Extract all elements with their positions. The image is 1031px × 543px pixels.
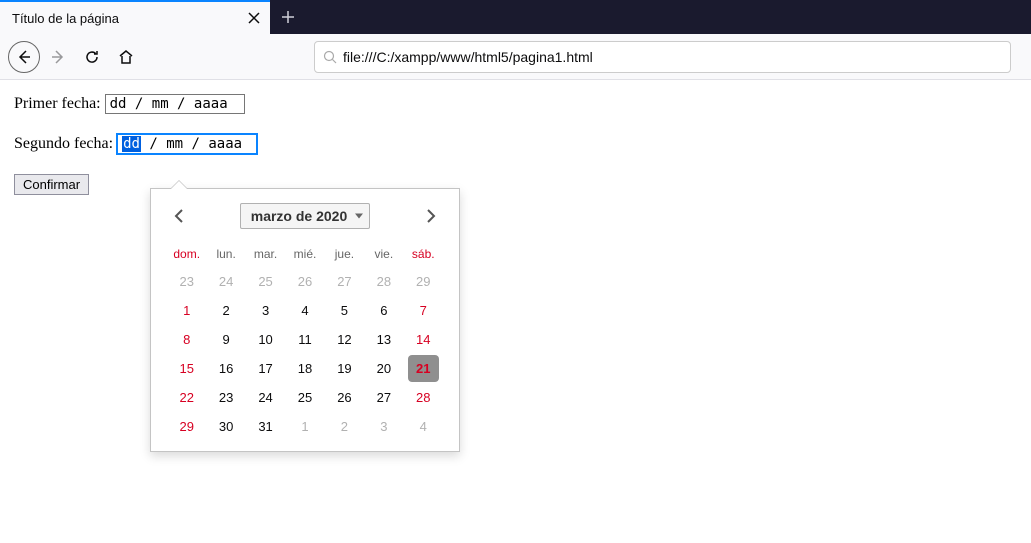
- reload-button[interactable]: [76, 41, 108, 73]
- calendar-day[interactable]: 30: [206, 412, 245, 441]
- url-text: file:///C:/xampp/www/html5/pagina1.html: [343, 49, 593, 65]
- calendar-day[interactable]: 1: [285, 412, 324, 441]
- datepicker-header: marzo de 2020: [167, 203, 443, 229]
- calendar-day[interactable]: 22: [167, 383, 206, 412]
- calendar-day[interactable]: 1: [167, 296, 206, 325]
- calendar-day[interactable]: 17: [246, 354, 285, 383]
- calendar-day[interactable]: 4: [285, 296, 324, 325]
- calendar-day[interactable]: 21: [408, 355, 439, 382]
- forward-button: [42, 41, 74, 73]
- calendar-day[interactable]: 24: [206, 267, 245, 296]
- label-segundo-fecha: Segundo fecha:: [14, 135, 113, 152]
- calendar-day[interactable]: 12: [325, 325, 364, 354]
- back-button[interactable]: [8, 41, 40, 73]
- calendar-day[interactable]: 18: [285, 354, 324, 383]
- calendar-day[interactable]: 25: [285, 383, 324, 412]
- rest-segment[interactable]: / mm / aaaa: [141, 136, 242, 152]
- calendar-day[interactable]: 2: [325, 412, 364, 441]
- calendar-day[interactable]: 2: [206, 296, 245, 325]
- day-of-week-header: mié.: [285, 241, 324, 267]
- calendar-day[interactable]: 24: [246, 383, 285, 412]
- segundo-fecha-input[interactable]: dd / mm / aaaa: [117, 134, 257, 154]
- calendar-day[interactable]: 7: [404, 296, 443, 325]
- datepicker-popup: marzo de 2020 dom.lun.mar.mié.jue.vie.sá…: [150, 188, 460, 452]
- confirmar-button[interactable]: Confirmar: [14, 174, 89, 195]
- titlebar: Título de la página: [0, 0, 1031, 34]
- calendar-day[interactable]: 23: [206, 383, 245, 412]
- calendar-day[interactable]: 6: [364, 296, 403, 325]
- calendar-day[interactable]: 28: [404, 383, 443, 412]
- calendar-day[interactable]: 28: [364, 267, 403, 296]
- calendar-day[interactable]: 31: [246, 412, 285, 441]
- calendar-day[interactable]: 8: [167, 325, 206, 354]
- day-of-week-header: vie.: [364, 241, 403, 267]
- primer-fecha-input[interactable]: dd / mm / aaaa: [105, 94, 245, 114]
- tab-title: Título de la página: [12, 11, 246, 26]
- calendar-day[interactable]: 13: [364, 325, 403, 354]
- calendar-day[interactable]: 9: [206, 325, 245, 354]
- calendar-day[interactable]: 26: [285, 267, 324, 296]
- calendar-day[interactable]: 19: [325, 354, 364, 383]
- calendar-day[interactable]: 3: [246, 296, 285, 325]
- calendar-day[interactable]: 29: [404, 267, 443, 296]
- calendar-day[interactable]: 26: [325, 383, 364, 412]
- calendar-day[interactable]: 10: [246, 325, 285, 354]
- calendar-day[interactable]: 27: [364, 383, 403, 412]
- field-row-1: Primer fecha: dd / mm / aaaa: [14, 94, 1017, 114]
- search-icon: [323, 50, 337, 64]
- day-of-week-header: jue.: [325, 241, 364, 267]
- calendar-day[interactable]: 15: [167, 354, 206, 383]
- calendar-day[interactable]: 29: [167, 412, 206, 441]
- calendar-day[interactable]: 20: [364, 354, 403, 383]
- calendar-grid: dom.lun.mar.mié.jue.vie.sáb.232425262728…: [167, 241, 443, 441]
- calendar-day[interactable]: 23: [167, 267, 206, 296]
- address-bar[interactable]: file:///C:/xampp/www/html5/pagina1.html: [314, 41, 1011, 73]
- field-row-2: Segundo fecha: dd / mm / aaaa: [14, 134, 1017, 154]
- day-of-week-header: sáb.: [404, 241, 443, 267]
- calendar-day[interactable]: 4: [404, 412, 443, 441]
- day-of-week-header: mar.: [246, 241, 285, 267]
- close-icon[interactable]: [246, 10, 262, 26]
- day-of-week-header: dom.: [167, 241, 206, 267]
- new-tab-button[interactable]: [270, 0, 306, 34]
- prev-month-button[interactable]: [167, 204, 191, 228]
- dd-segment[interactable]: dd: [122, 136, 141, 152]
- toolbar: file:///C:/xampp/www/html5/pagina1.html: [0, 34, 1031, 80]
- month-year-select[interactable]: marzo de 2020: [240, 203, 371, 229]
- calendar-day[interactable]: 11: [285, 325, 324, 354]
- calendar-day[interactable]: 25: [246, 267, 285, 296]
- browser-tab[interactable]: Título de la página: [0, 0, 270, 34]
- calendar-day[interactable]: 14: [404, 325, 443, 354]
- calendar-day[interactable]: 5: [325, 296, 364, 325]
- label-primer-fecha: Primer fecha:: [14, 95, 101, 112]
- home-button[interactable]: [110, 41, 142, 73]
- next-month-button[interactable]: [419, 204, 443, 228]
- calendar-day[interactable]: 3: [364, 412, 403, 441]
- day-of-week-header: lun.: [206, 241, 245, 267]
- calendar-day[interactable]: 27: [325, 267, 364, 296]
- calendar-day[interactable]: 16: [206, 354, 245, 383]
